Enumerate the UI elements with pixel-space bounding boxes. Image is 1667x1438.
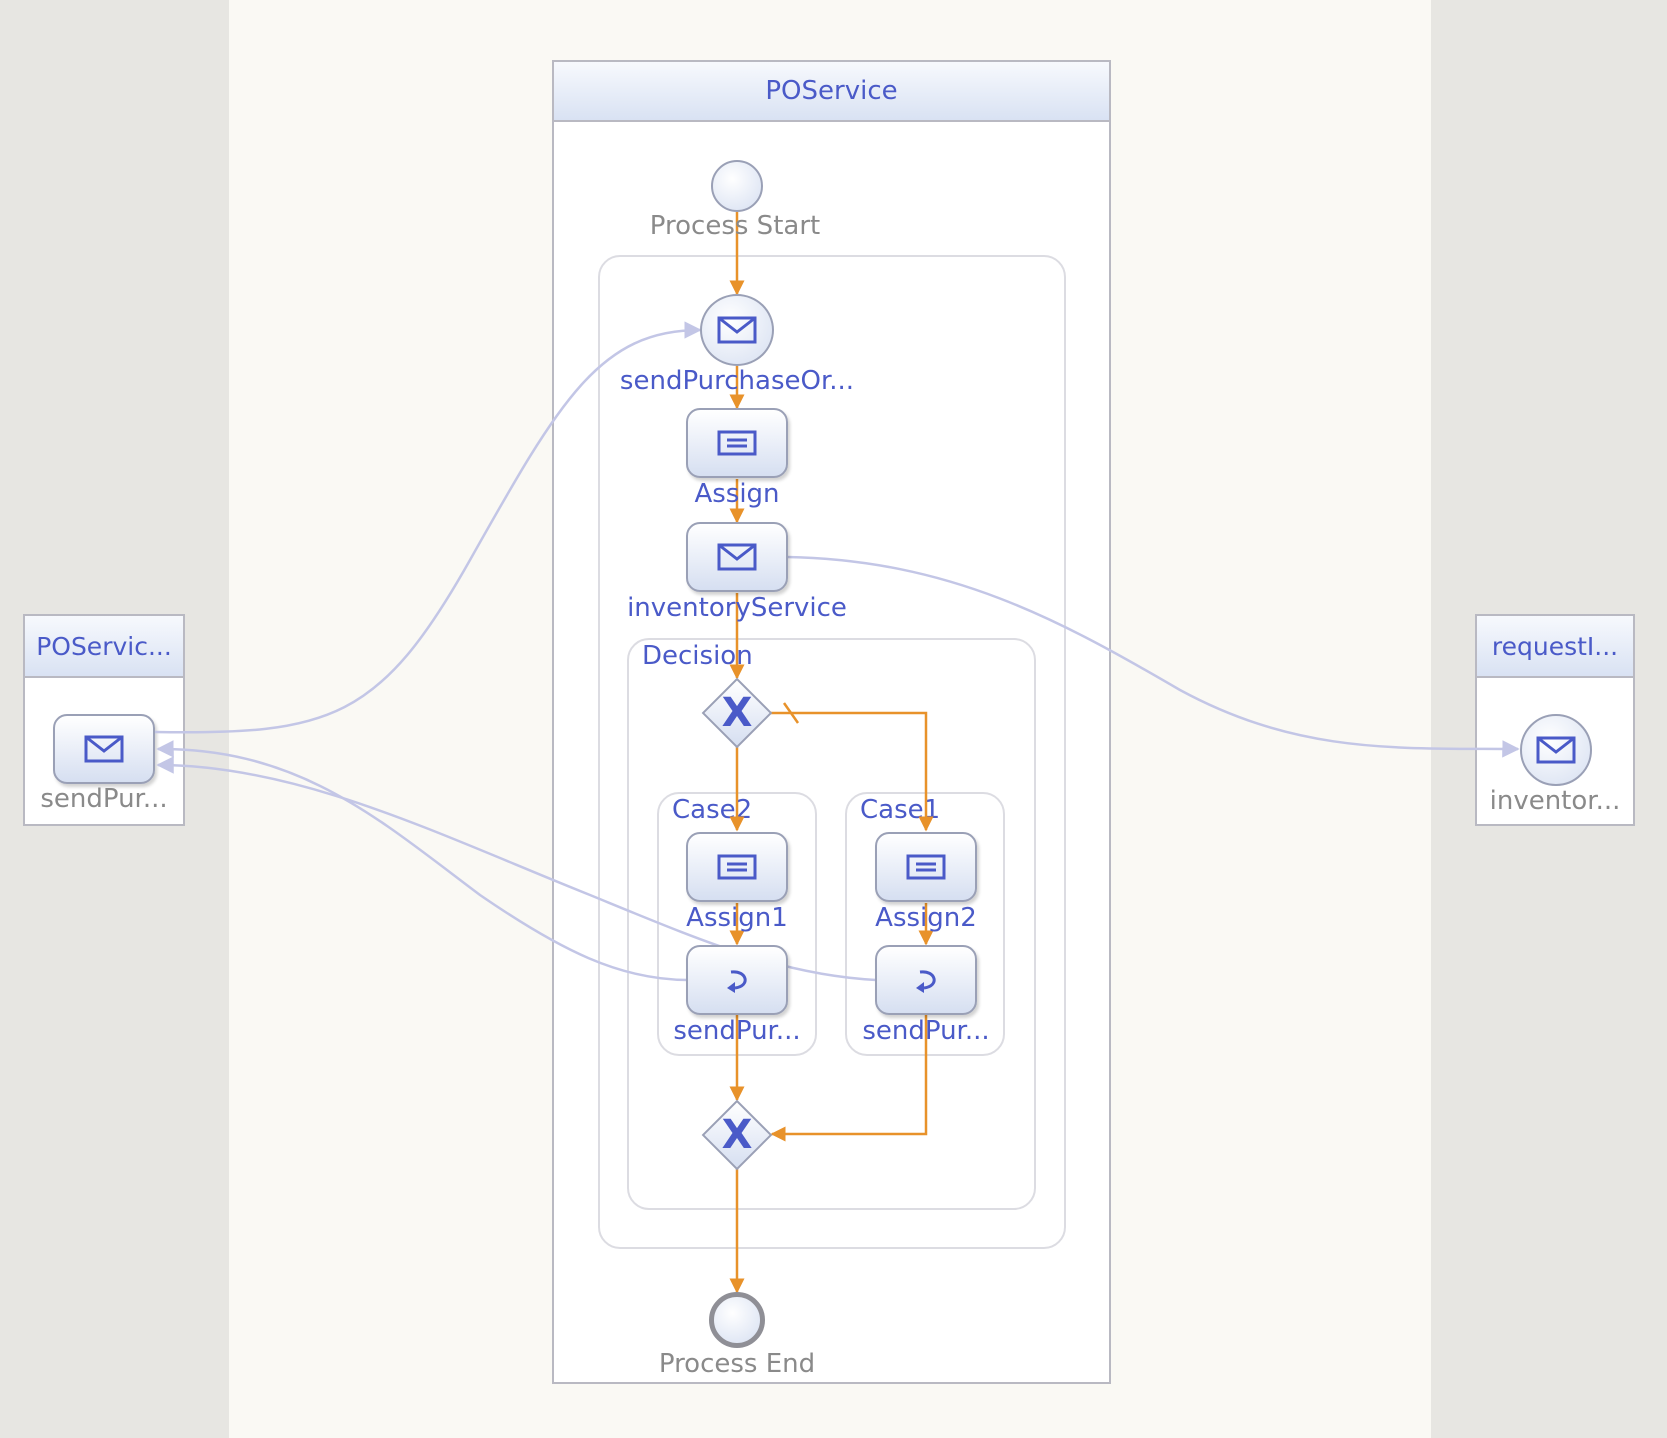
inventory-service-task[interactable] xyxy=(686,522,788,592)
list-icon xyxy=(717,430,757,456)
assign1-task[interactable] xyxy=(686,832,788,902)
process-end-label: Process End xyxy=(658,1349,816,1379)
reply-arrow-icon xyxy=(727,970,747,993)
x-gateway-icon: X xyxy=(721,1112,753,1158)
send-purchase-order-event[interactable] xyxy=(700,294,774,366)
assign2-label: Assign2 xyxy=(875,903,977,933)
assign-label: Assign xyxy=(694,479,780,509)
flow-connections xyxy=(154,212,1520,1294)
inventory-service-label: inventoryService xyxy=(627,593,847,623)
reply-case1-label: sendPur... xyxy=(862,1016,990,1046)
process-start-label: Process Start xyxy=(649,211,821,241)
list-icon xyxy=(717,854,757,880)
assign-task[interactable] xyxy=(686,408,788,478)
seq-gateway-to-assign2 xyxy=(771,711,934,832)
envelope-icon xyxy=(717,316,757,344)
reply-case2-task[interactable] xyxy=(686,945,788,1015)
message-flow-reply2-to-left xyxy=(156,740,689,982)
send-purchase-order-label: sendPurchaseOr... xyxy=(619,366,855,396)
reply-arrow-icon xyxy=(916,970,936,993)
reply-case2-label: sendPur... xyxy=(673,1016,801,1046)
message-flow-left-to-send-po xyxy=(154,321,702,734)
message-flow-inventory-to-right xyxy=(786,555,1520,758)
process-end-event[interactable] xyxy=(709,1292,765,1348)
assign1-label: Assign1 xyxy=(686,903,788,933)
assign2-task[interactable] xyxy=(875,832,977,902)
envelope-icon xyxy=(717,543,757,571)
x-gateway-icon: X xyxy=(721,690,753,736)
reply-case1-task[interactable] xyxy=(875,945,977,1015)
list-icon xyxy=(906,854,946,880)
process-start-event[interactable] xyxy=(711,160,763,212)
